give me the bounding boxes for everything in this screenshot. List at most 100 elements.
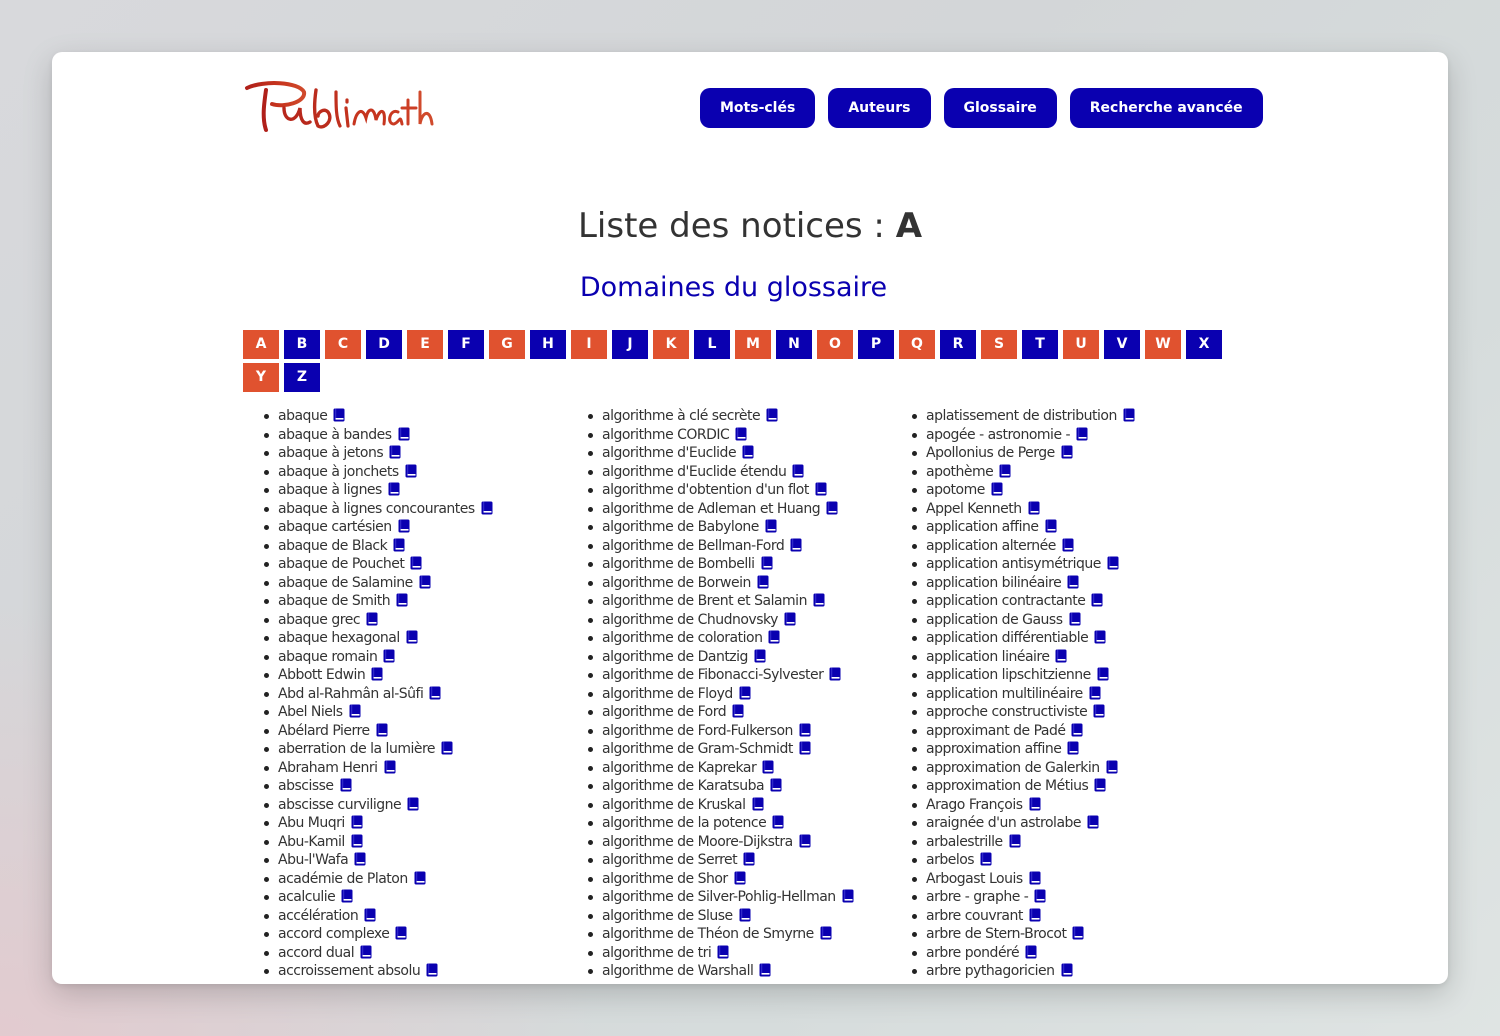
book-icon[interactable]	[815, 482, 827, 496]
glossary-term-link[interactable]: algorithme de Floyd	[602, 686, 733, 702]
glossary-term-link[interactable]: algorithme de Fibonacci-Sylvester	[602, 667, 824, 683]
letter-t[interactable]: T	[1022, 330, 1058, 359]
book-icon[interactable]	[406, 630, 418, 644]
glossary-term-link[interactable]: abaque à bandes	[278, 427, 392, 443]
letter-b[interactable]: B	[284, 330, 320, 359]
book-icon[interactable]	[407, 797, 419, 811]
glossary-term-link[interactable]: abaque hexagonal	[278, 630, 400, 646]
book-icon[interactable]	[1061, 963, 1073, 977]
glossary-term-link[interactable]: abaque de Salamine	[278, 575, 413, 591]
book-icon[interactable]	[1071, 723, 1083, 737]
glossary-domains-link[interactable]: Domaines du glossaire	[52, 272, 1415, 303]
glossary-term-link[interactable]: arbre pondéré	[926, 945, 1020, 961]
glossary-term-link[interactable]: abaque de Smith	[278, 593, 391, 609]
book-icon[interactable]	[1062, 538, 1074, 552]
glossary-term-link[interactable]: algorithme de Moore-Dijkstra	[602, 834, 793, 850]
book-icon[interactable]	[1072, 926, 1084, 940]
letter-j[interactable]: J	[612, 330, 648, 359]
letter-q[interactable]: Q	[899, 330, 935, 359]
glossary-term-link[interactable]: Abbott Edwin	[278, 667, 366, 683]
book-icon[interactable]	[1029, 797, 1041, 811]
book-icon[interactable]	[351, 834, 363, 848]
glossary-term-link[interactable]: application contractante	[926, 593, 1086, 609]
book-icon[interactable]	[766, 408, 778, 422]
glossary-term-link[interactable]: application différentiable	[926, 630, 1089, 646]
book-icon[interactable]	[829, 667, 841, 681]
glossary-term-link[interactable]: algorithme de Shor	[602, 871, 728, 887]
book-icon[interactable]	[1089, 686, 1101, 700]
book-icon[interactable]	[396, 593, 408, 607]
glossary-term-link[interactable]: algorithme de Silver-Pohlig-Hellman	[602, 889, 836, 905]
glossary-term-link[interactable]: algorithme à clé secrète	[602, 408, 761, 424]
glossary-term-link[interactable]: apogée - astronomie -	[926, 427, 1071, 443]
book-icon[interactable]	[1094, 630, 1106, 644]
book-icon[interactable]	[426, 963, 438, 977]
letter-s[interactable]: S	[981, 330, 1017, 359]
letter-v[interactable]: V	[1104, 330, 1140, 359]
glossary-term-link[interactable]: algorithme de Ford	[602, 704, 727, 720]
glossary-term-link[interactable]: application multilinéaire	[926, 686, 1083, 702]
book-icon[interactable]	[757, 575, 769, 589]
glossary-term-link[interactable]: Abel Niels	[278, 704, 343, 720]
glossary-term-link[interactable]: Apollonius de Perge	[926, 445, 1055, 461]
book-icon[interactable]	[1045, 519, 1057, 533]
book-icon[interactable]	[1029, 871, 1041, 885]
keywords-button[interactable]: Mots-clés	[700, 88, 816, 128]
glossary-term-link[interactable]: algorithme de coloration	[602, 630, 763, 646]
book-icon[interactable]	[419, 575, 431, 589]
book-icon[interactable]	[999, 464, 1011, 478]
letter-d[interactable]: D	[366, 330, 402, 359]
glossary-term-link[interactable]: algorithme de Sluse	[602, 908, 733, 924]
glossary-term-link[interactable]: algorithme de Kaprekar	[602, 760, 757, 776]
book-icon[interactable]	[1076, 427, 1088, 441]
glossary-term-link[interactable]: application linéaire	[926, 649, 1050, 665]
book-icon[interactable]	[364, 908, 376, 922]
glossary-term-link[interactable]: approche constructiviste	[926, 704, 1088, 720]
glossary-term-link[interactable]: algorithme de la potence	[602, 815, 767, 831]
authors-button[interactable]: Auteurs	[828, 88, 931, 128]
glossary-term-link[interactable]: abaque à jonchets	[278, 464, 399, 480]
glossary-term-link[interactable]: Arago François	[926, 797, 1023, 813]
book-icon[interactable]	[405, 464, 417, 478]
book-icon[interactable]	[1067, 575, 1079, 589]
glossary-button[interactable]: Glossaire	[943, 88, 1057, 128]
glossary-term-link[interactable]: algorithme de Serret	[602, 852, 738, 868]
book-icon[interactable]	[398, 519, 410, 533]
book-icon[interactable]	[366, 612, 378, 626]
book-icon[interactable]	[717, 945, 729, 959]
book-icon[interactable]	[784, 612, 796, 626]
book-icon[interactable]	[340, 778, 352, 792]
book-icon[interactable]	[735, 427, 747, 441]
letter-l[interactable]: L	[694, 330, 730, 359]
glossary-term-link[interactable]: algorithme de Adleman et Huang	[602, 501, 821, 517]
glossary-term-link[interactable]: algorithme de Brent et Salamin	[602, 593, 807, 609]
glossary-term-link[interactable]: aplatissement de distribution	[926, 408, 1117, 424]
book-icon[interactable]	[1093, 704, 1105, 718]
book-icon[interactable]	[739, 908, 751, 922]
book-icon[interactable]	[1087, 815, 1099, 829]
book-icon[interactable]	[1034, 889, 1046, 903]
book-icon[interactable]	[1055, 649, 1067, 663]
glossary-term-link[interactable]: algorithme de Kruskal	[602, 797, 746, 813]
glossary-term-link[interactable]: Abd al-Rahmân al-Sûfi	[278, 686, 424, 702]
glossary-term-link[interactable]: arbre pythagoricien	[926, 963, 1055, 979]
book-icon[interactable]	[790, 538, 802, 552]
glossary-term-link[interactable]: approximation de Métius	[926, 778, 1089, 794]
book-icon[interactable]	[371, 667, 383, 681]
glossary-term-link[interactable]: approximation de Galerkin	[926, 760, 1100, 776]
glossary-term-link[interactable]: approximant de Padé	[926, 723, 1066, 739]
book-icon[interactable]	[772, 815, 784, 829]
letter-g[interactable]: G	[489, 330, 525, 359]
book-icon[interactable]	[1028, 501, 1040, 515]
book-icon[interactable]	[441, 741, 453, 755]
glossary-term-link[interactable]: araignée d'un astrolabe	[926, 815, 1082, 831]
book-icon[interactable]	[393, 538, 405, 552]
glossary-term-link[interactable]: algorithme de Ford-Fulkerson	[602, 723, 793, 739]
book-icon[interactable]	[388, 482, 400, 496]
glossary-term-link[interactable]: abaque cartésien	[278, 519, 392, 535]
glossary-term-link[interactable]: abaque de Pouchet	[278, 556, 405, 572]
book-icon[interactable]	[333, 408, 345, 422]
glossary-term-link[interactable]: algorithme d'Euclide	[602, 445, 737, 461]
glossary-term-link[interactable]: arbre de Stern-Brocot	[926, 926, 1067, 942]
book-icon[interactable]	[429, 686, 441, 700]
